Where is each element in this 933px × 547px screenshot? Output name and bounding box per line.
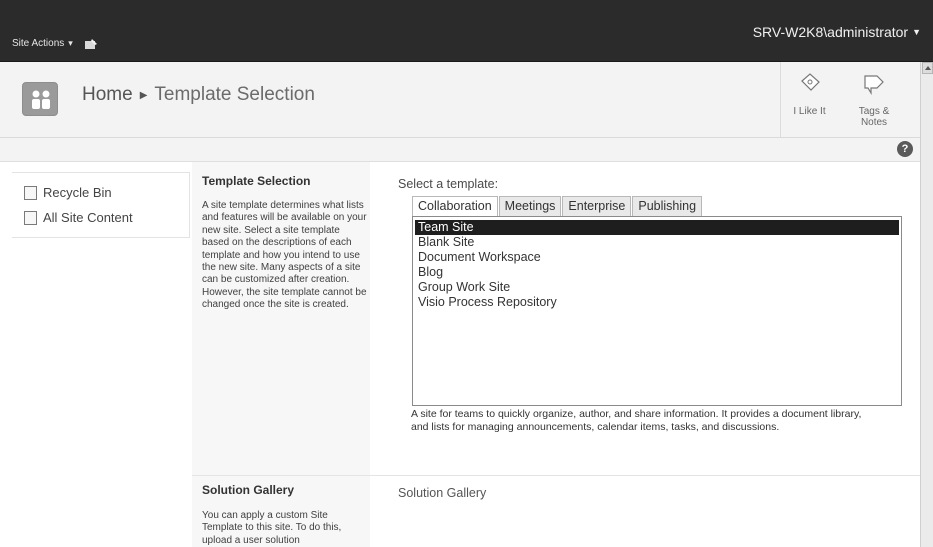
i-like-it-button[interactable]: I Like It [780, 62, 838, 138]
site-logo-icon[interactable] [22, 82, 58, 116]
top-ribbon: Site Actions ▾ SRV-W2K8\administrator ▼ [0, 0, 933, 62]
tags-label-line1: Tags & [858, 106, 890, 117]
scroll-up-icon[interactable] [922, 62, 933, 74]
edit-page-icon[interactable] [84, 38, 98, 49]
template-section-title: Template Selection [202, 174, 311, 188]
tab-meetings[interactable]: Meetings [498, 196, 562, 216]
template-section-description: A site template determines what lists an… [202, 200, 367, 311]
tab-collaboration[interactable]: Collaboration [412, 196, 498, 217]
breadcrumb: Home ▶ Template Selection [82, 84, 315, 106]
site-actions-menu[interactable]: Site Actions ▾ [12, 38, 98, 49]
nav-item-label: All Site Content [43, 210, 133, 225]
section-descriptions: Template Selection A site template deter… [192, 162, 370, 547]
tags-label-line2: Notes [860, 117, 888, 128]
like-label: I Like It [793, 106, 826, 117]
chevron-down-icon: ▾ [68, 38, 73, 48]
list-item[interactable]: Group Work Site [415, 280, 899, 295]
nav-item-all-site-content[interactable]: All Site Content [24, 210, 133, 225]
site-actions-label: Site Actions [12, 38, 65, 49]
tags-notes-button[interactable]: Tags & Notes [845, 62, 903, 138]
template-description: A site for teams to quickly organize, au… [411, 408, 862, 433]
solution-gallery-label[interactable]: Solution Gallery [398, 486, 486, 500]
recycle-bin-icon [24, 185, 37, 200]
list-item[interactable]: Visio Process Repository [415, 295, 899, 310]
nav-item-label: Recycle Bin [43, 185, 112, 200]
list-item[interactable]: Blank Site [415, 235, 899, 250]
vertical-scrollbar[interactable] [920, 62, 933, 547]
breadcrumb-separator-icon: ▶ [139, 89, 148, 101]
template-listbox[interactable]: Team Site Blank Site Document Workspace … [412, 216, 902, 406]
list-item[interactable]: Document Workspace [415, 250, 899, 265]
tab-enterprise[interactable]: Enterprise [562, 196, 632, 216]
template-tabs: Collaboration Meetings Enterprise Publis… [412, 196, 703, 217]
page-title: Template Selection [154, 84, 315, 105]
quick-launch: Recycle Bin All Site Content [12, 172, 190, 238]
status-strip: ? [0, 138, 920, 162]
tab-publishing[interactable]: Publishing [632, 196, 703, 216]
all-site-content-icon [24, 210, 37, 225]
list-item[interactable]: Team Site [415, 220, 899, 235]
chevron-down-icon: ▼ [912, 27, 921, 37]
tags-notes-label: Tags & Notes [845, 106, 903, 128]
like-tag-icon [801, 73, 820, 91]
solution-section-title: Solution Gallery [202, 483, 295, 497]
section-divider [192, 475, 920, 476]
nav-item-recycle-bin[interactable]: Recycle Bin [24, 185, 112, 200]
select-template-label: Select a template: [398, 177, 499, 191]
list-item[interactable]: Blog [415, 265, 899, 280]
help-icon[interactable]: ? [897, 141, 913, 157]
solution-section-description: You can apply a custom Site Template to … [202, 510, 342, 546]
user-name: SRV-W2K8\administrator [752, 24, 909, 40]
breadcrumb-home[interactable]: Home [82, 84, 133, 106]
tags-notes-icon [864, 75, 884, 96]
title-area: Home ▶ Template Selection I Like It Tags… [0, 62, 920, 138]
user-menu[interactable]: SRV-W2K8\administrator ▼ [753, 24, 921, 40]
